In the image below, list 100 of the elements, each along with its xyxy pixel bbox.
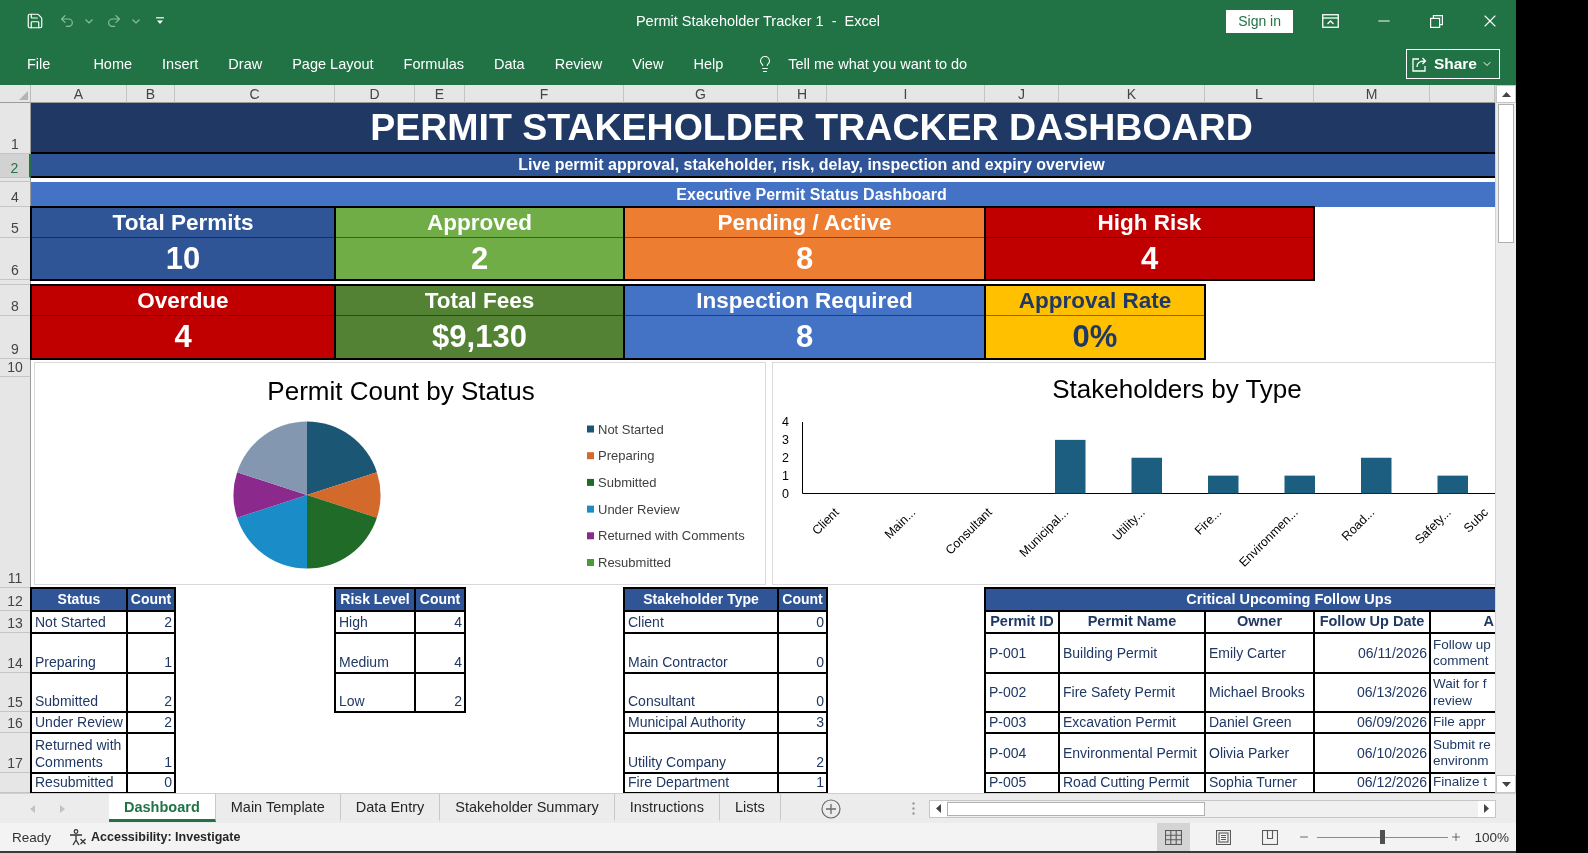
table-cell: 4 [415,611,465,633]
column-header[interactable]: J [985,85,1059,103]
row-header[interactable]: 2 [0,154,31,178]
ribbon-tab[interactable]: Draw [213,48,278,79]
table-cell: Finalize t [1430,773,1495,793]
column-header: Status [31,588,127,611]
row-header[interactable]: 16 [0,712,31,733]
sheet-tab[interactable]: Stakeholder Summary [440,794,615,822]
row-header[interactable]: 14 [0,633,31,673]
vertical-dots-icon[interactable] [911,802,915,815]
zoom-level[interactable]: 100% [1474,829,1509,845]
kpi-value: 0% [1072,319,1118,355]
legend-label: Resubmitted [598,555,671,571]
ribbon-tab[interactable]: Formulas [388,48,480,79]
table-cell: 2 [127,611,175,633]
row-header[interactable]: 4 [0,182,31,207]
down-arrow-icon[interactable] [1501,781,1511,787]
ribbon-tab[interactable]: Help [678,48,739,79]
kpi-value: 10 [165,240,201,277]
sheet-tab[interactable]: Instructions [614,794,720,822]
sheet-tab[interactable]: Data Entry [340,794,441,822]
person-icon[interactable] [69,828,88,846]
sheet-tab[interactable]: Main Template [215,794,341,822]
select-all-button[interactable] [0,85,31,103]
table-cell: Low [335,673,415,712]
row-header[interactable]: 11 [0,377,31,588]
kpi-label: Approved [427,209,532,236]
restore-icon[interactable] [1430,14,1443,28]
row-header[interactable] [0,773,31,793]
table-cell: 06/13/2026 [1314,673,1430,712]
subtitle-banner: Live permit approval, stakeholder, risk, delay, inspection and expiry overview [31,154,1495,178]
share-button[interactable]: Share [1405,48,1500,79]
row-header[interactable]: 17 [0,733,31,773]
row-header[interactable]: 5 [0,207,31,238]
ribbon-tab[interactable]: Page Layout [277,48,389,79]
kpi-value: 4 [174,319,192,355]
ribbon-tab[interactable]: Insert [147,48,214,79]
column-header: Count [778,588,827,611]
ribbon-tab[interactable]: File [12,48,66,79]
triangle-icon [19,91,28,100]
row-header[interactable]: 13 [0,611,31,633]
column-header[interactable] [1430,85,1495,103]
slider-thumb[interactable] [1380,830,1386,844]
bar-caret-icon[interactable] [155,17,165,25]
view-button[interactable] [1157,823,1191,851]
row-header[interactable]: 12 [0,588,31,611]
row-header[interactable]: 9 [0,316,31,359]
column-header[interactable]: M [1314,85,1430,103]
tell-me-button[interactable]: Tell me what you want to do [788,48,968,79]
table-cell: 06/09/2026 [1314,712,1430,733]
column-header[interactable]: E [415,85,465,103]
row-header[interactable]: 6 [0,238,31,280]
vertical-scrollbar[interactable] [1495,85,1516,793]
kpi-label: Total Permits [112,209,254,236]
row-header[interactable]: 8 [0,285,31,316]
table-cell: Municipal Authority [624,712,778,733]
column-header[interactable]: B [127,85,175,103]
sign-in-button[interactable]: Sign in [1226,9,1293,33]
column-header[interactable]: F [465,85,624,103]
legend-label: Preparing [598,448,655,464]
axis-tick-label: 2 [782,451,789,466]
zoom-in-icon[interactable] [1450,831,1463,843]
row-header[interactable]: 1 [0,103,31,154]
up-arrow-icon[interactable] [1501,91,1511,97]
column-header: Stakeholder Type [624,588,778,611]
left-arrow-icon[interactable] [935,804,941,813]
table-cell: Resubmitted [31,773,127,793]
plus-circle-icon[interactable] [820,798,841,819]
table-cell: P-002 [985,673,1059,712]
column-header[interactable]: K [1059,85,1205,103]
column-header[interactable]: D [335,85,415,103]
column-header[interactable]: C [175,85,335,103]
kpi-value: 8 [795,240,814,277]
kpi-value: $9,130 [432,319,527,355]
sheet-tab[interactable]: Dashboard [109,794,216,822]
column-header[interactable]: A [31,85,127,103]
column-header[interactable]: I [827,85,985,103]
ribbon-tab[interactable]: Data [479,48,540,79]
kpi-value: 2 [470,240,489,277]
save-icon[interactable] [26,12,44,30]
table-cell: Submit re environm [1430,733,1495,773]
horizontal-scrollbar[interactable] [928,799,1496,818]
table-cell: 06/11/2026 [1314,633,1430,673]
row-header[interactable]: 10 [0,359,31,377]
sheet-tab[interactable]: Lists [719,794,781,822]
scrollbar-thumb[interactable] [1498,104,1514,243]
ribbon-tab[interactable]: Review [539,48,618,79]
ribbon-tab[interactable]: View [617,48,679,79]
table-cell: 2 [778,733,827,773]
column-header[interactable]: H [778,85,827,103]
accessibility-status[interactable]: Accessibility: Investigate [91,830,241,844]
right-arrow-icon[interactable] [1483,804,1489,813]
ribbon-tab[interactable]: Home [78,48,148,79]
scrollbar-thumb[interactable] [946,801,1205,816]
table-cell: Follow up comment [1430,633,1495,673]
kpi-value: 4 [1140,240,1159,277]
column-header[interactable]: L [1205,85,1314,103]
column-header[interactable]: G [624,85,778,103]
kpi-label: Total Fees [424,287,535,314]
row-header[interactable]: 15 [0,673,31,712]
